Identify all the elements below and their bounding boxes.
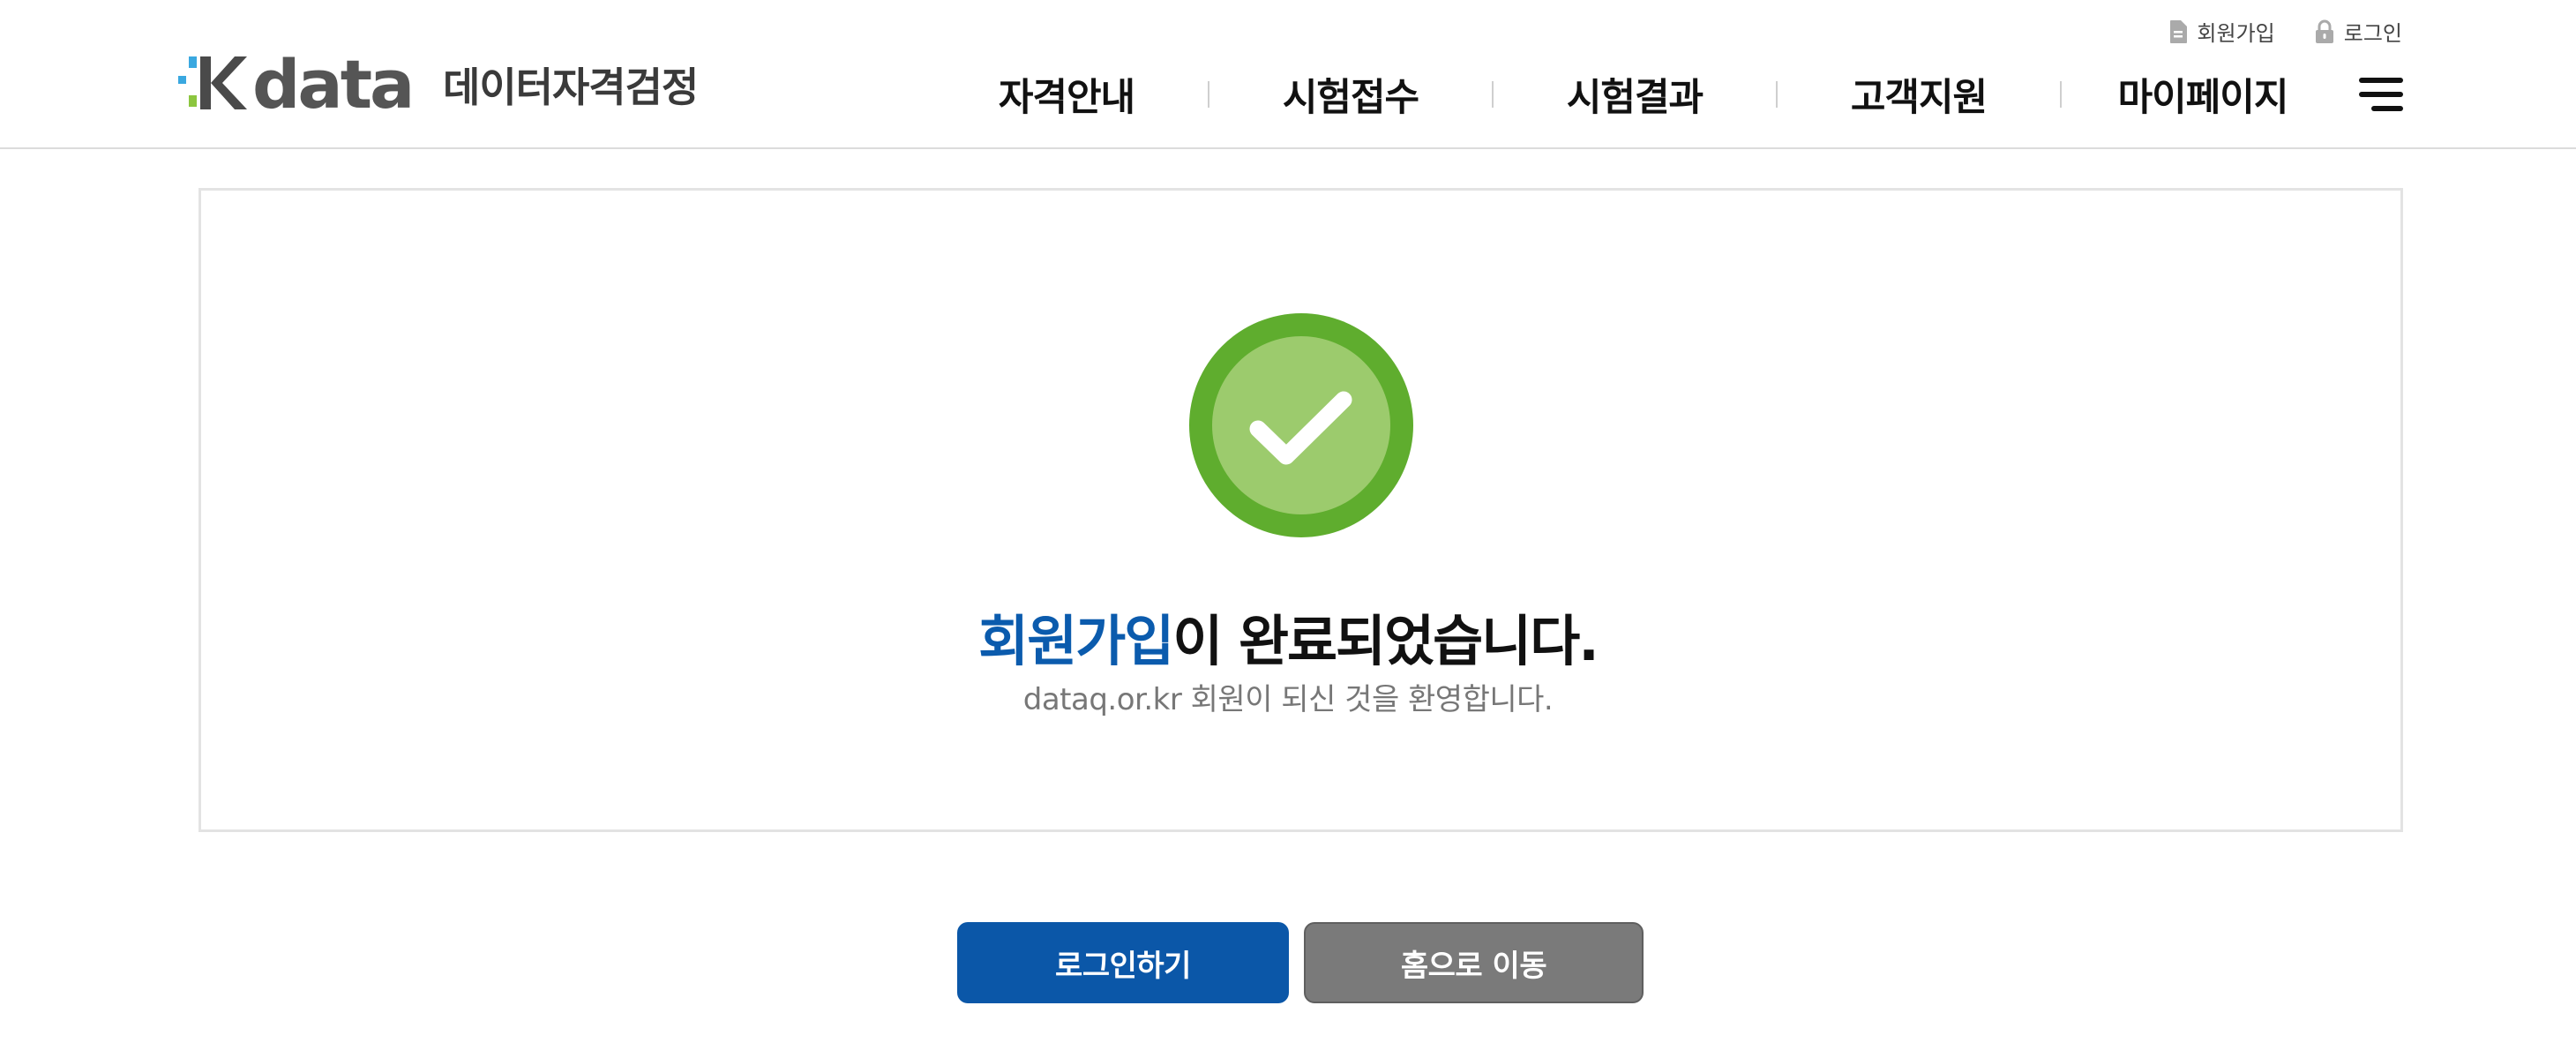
welcome-message: dataq.or.kr 회원이 되신 것을 환영합니다. bbox=[1022, 682, 1554, 717]
go-home-button[interactable]: 홈으로 이동 bbox=[1304, 922, 1644, 1003]
nav-item-exam-results[interactable]: 시험결과 bbox=[1540, 67, 1729, 122]
main-nav: 자격안내 시험접수 시험결과 고객지원 마이페이지 bbox=[972, 64, 2297, 125]
logo-brand-text: data bbox=[252, 53, 412, 116]
nav-item-qualification-info[interactable]: 자격안내 bbox=[972, 67, 1161, 122]
utility-links: 회원가입 로그인 bbox=[2168, 16, 2402, 47]
nav-divider bbox=[1492, 81, 1494, 108]
nav-item-my-page[interactable]: 마이페이지 bbox=[2108, 67, 2297, 122]
signup-link-label: 회원가입 bbox=[2197, 21, 2275, 46]
completion-title: 회원가입이 완료되었습니다. bbox=[0, 597, 2576, 676]
kdata-logo-mark: data bbox=[178, 53, 415, 116]
login-button[interactable]: 로그인하기 bbox=[957, 922, 1289, 1003]
check-circle-icon bbox=[1189, 313, 1413, 537]
document-icon bbox=[2170, 19, 2188, 43]
logo-subtitle: 데이터자격검정 bbox=[443, 64, 699, 111]
signup-link[interactable]: 회원가입 bbox=[2168, 16, 2275, 47]
completion-title-rest: 이 완료되었습니다. bbox=[1172, 609, 1599, 673]
hamburger-menu-icon[interactable] bbox=[2359, 78, 2403, 111]
nav-item-customer-support[interactable]: 고객지원 bbox=[1824, 67, 2013, 122]
nav-item-exam-registration[interactable]: 시험접수 bbox=[1256, 67, 1445, 122]
lock-icon bbox=[2315, 19, 2333, 43]
nav-divider bbox=[2060, 81, 2062, 108]
nav-divider bbox=[1208, 81, 1209, 108]
nav-divider bbox=[1776, 81, 1778, 108]
site-header: data 데이터자격검정 회원가입 로그인 자격안내 시험접수 시험결과 고객지… bbox=[0, 0, 2576, 149]
login-link-label: 로그인 bbox=[2343, 21, 2402, 46]
login-link[interactable]: 로그인 bbox=[2314, 16, 2402, 47]
completion-title-highlight: 회원가입 bbox=[978, 609, 1174, 673]
kdata-logo[interactable]: data 데이터자격검정 bbox=[178, 53, 699, 116]
